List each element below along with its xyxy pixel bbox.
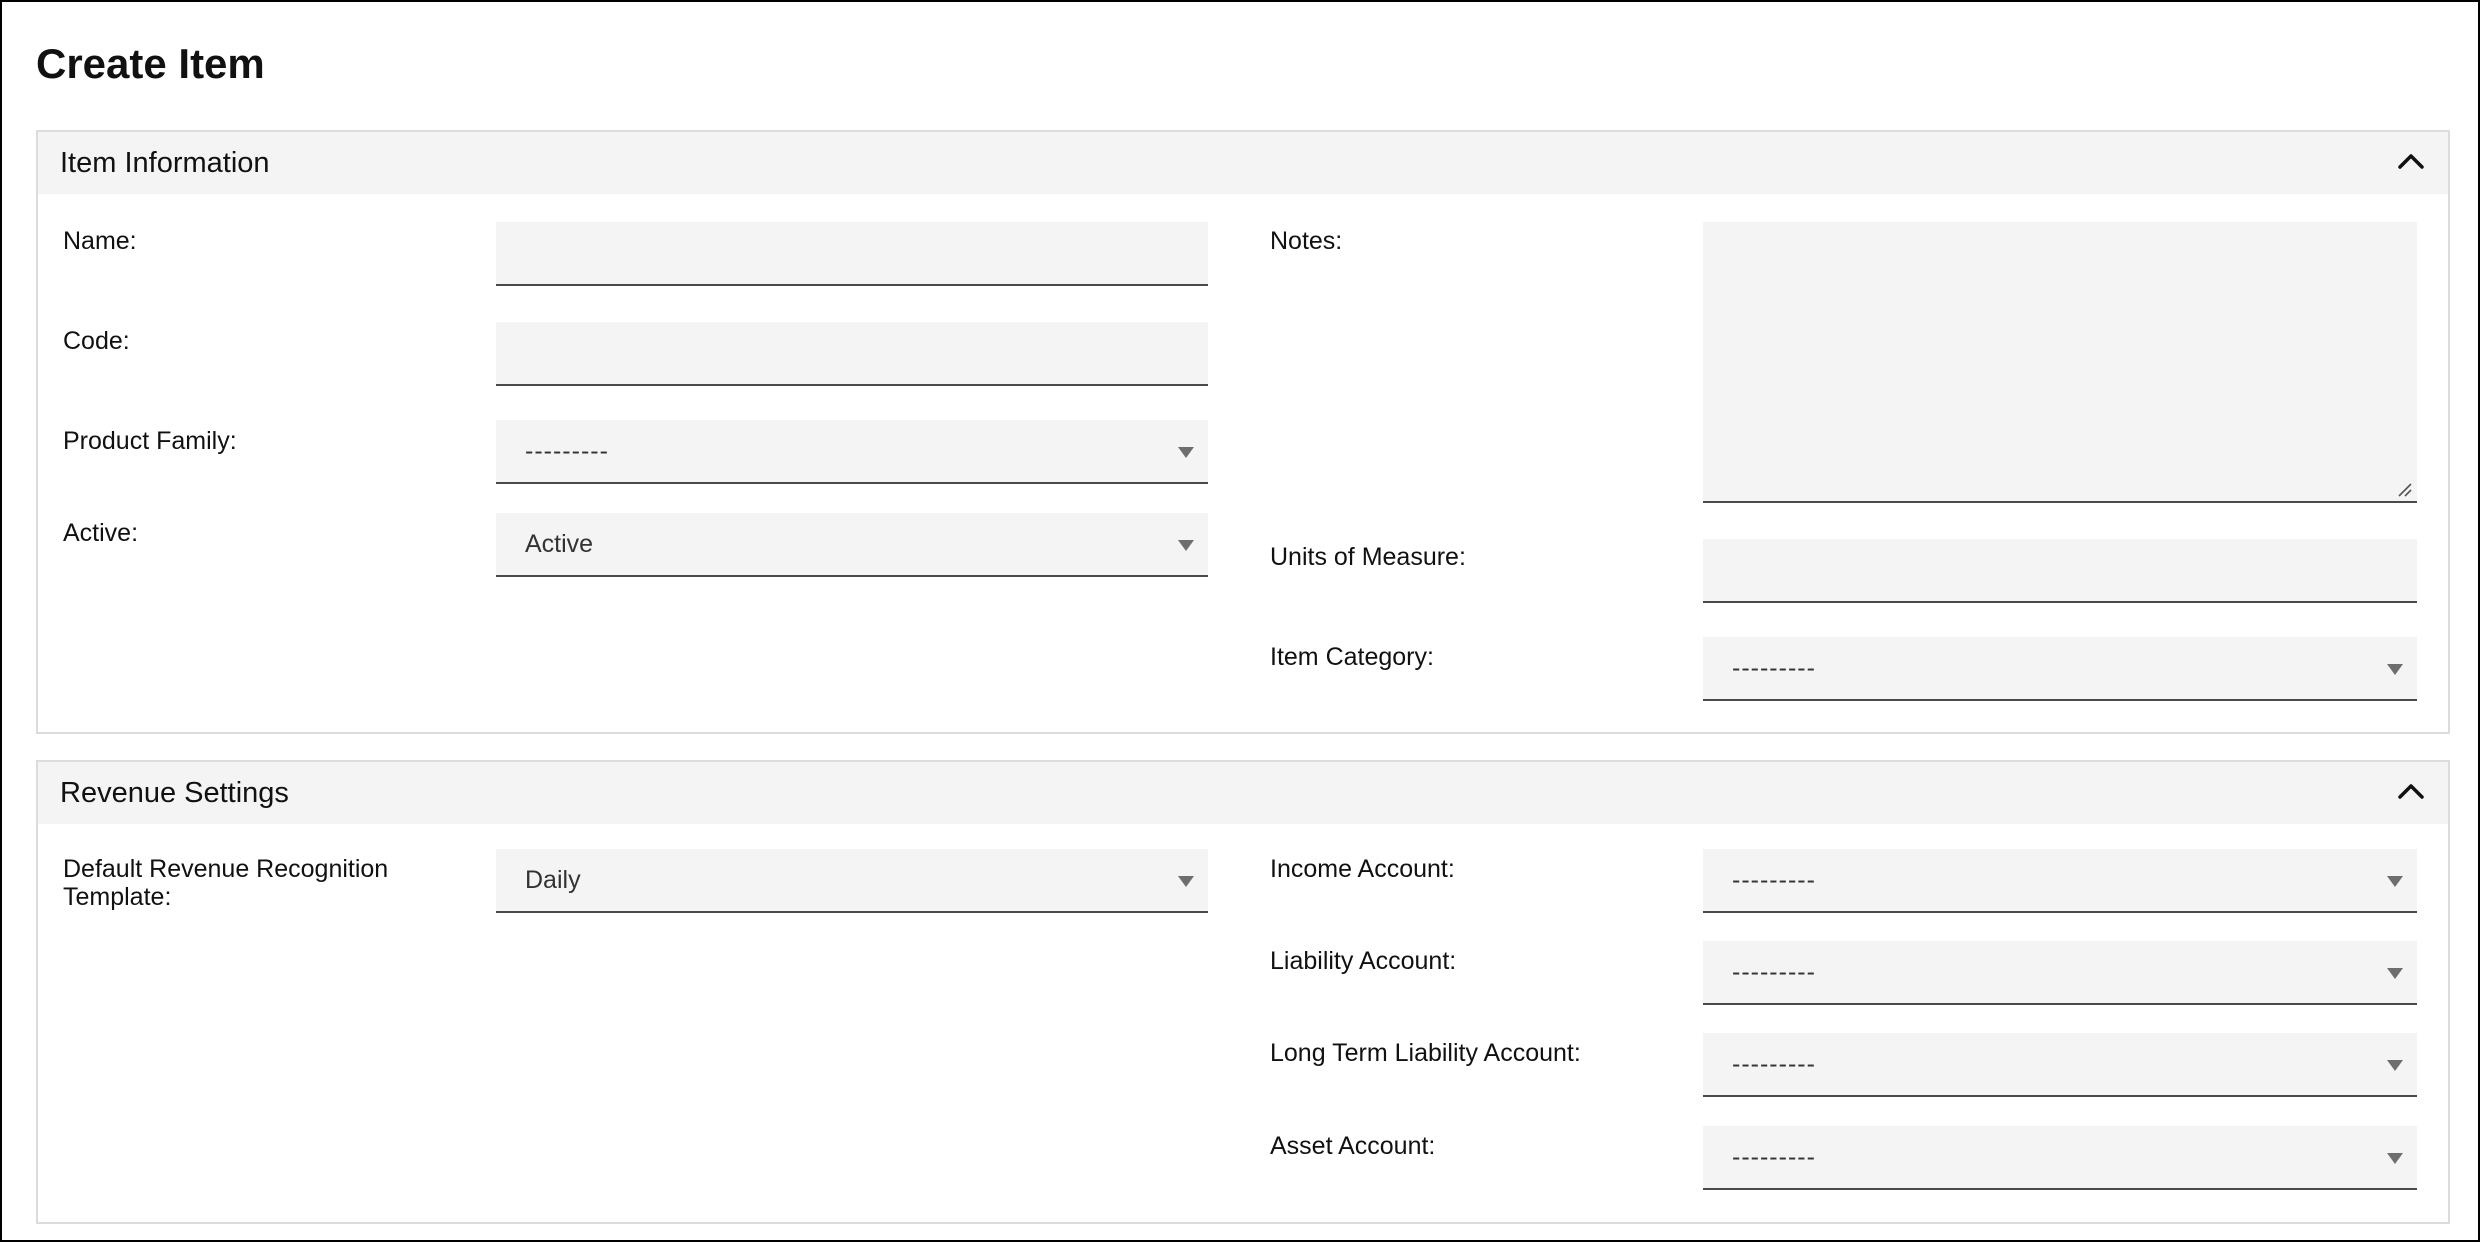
item-information-title: Item Information (60, 147, 270, 179)
income-account-select[interactable]: --------- (1703, 849, 2417, 913)
income-account-label: Income Account: (1270, 855, 1455, 883)
default-template-label-line2: Template: (63, 883, 172, 911)
default-template-label-line1: Default Revenue Recognition (63, 855, 389, 883)
name-label: Name: (63, 227, 137, 255)
product-family-value: --------- (525, 437, 609, 465)
product-family-select[interactable]: --------- (496, 420, 1208, 484)
long-term-liability-account-value: --------- (1732, 1050, 1816, 1078)
active-value: Active (525, 530, 594, 558)
caret-down-icon (2387, 876, 2403, 887)
active-select[interactable]: Active (496, 513, 1208, 577)
caret-down-icon (1178, 447, 1194, 458)
caret-down-icon (1178, 876, 1194, 887)
revenue-settings-panel: Revenue Settings Default Revenue Recogni… (36, 760, 2450, 1224)
units-of-measure-input[interactable] (1703, 539, 2417, 603)
caret-down-icon (2387, 664, 2403, 675)
asset-account-label: Asset Account: (1270, 1132, 1436, 1160)
liability-account-value: --------- (1732, 958, 1816, 986)
caret-down-icon (1178, 540, 1194, 551)
chevron-up-icon[interactable] (2396, 779, 2426, 803)
income-account-value: --------- (1732, 866, 1816, 894)
notes-label: Notes: (1270, 227, 1343, 255)
active-label: Active: (63, 519, 139, 547)
long-term-liability-account-select[interactable]: --------- (1703, 1033, 2417, 1097)
code-label: Code: (63, 327, 130, 355)
name-input[interactable] (496, 222, 1208, 286)
liability-account-select[interactable]: --------- (1703, 941, 2417, 1005)
asset-account-value: --------- (1732, 1143, 1816, 1171)
units-of-measure-label: Units of Measure: (1270, 543, 1466, 571)
item-information-header[interactable]: Item Information (38, 132, 2448, 194)
caret-down-icon (2387, 1060, 2403, 1071)
notes-textarea[interactable] (1703, 222, 2417, 503)
page-frame: Create Item Item Information Name: Code:… (0, 0, 2480, 1242)
chevron-up-icon[interactable] (2396, 149, 2426, 173)
revenue-settings-header[interactable]: Revenue Settings (38, 762, 2448, 824)
liability-account-label: Liability Account: (1270, 947, 1457, 975)
asset-account-select[interactable]: --------- (1703, 1126, 2417, 1190)
long-term-liability-account-label: Long Term Liability Account: (1270, 1039, 1581, 1067)
caret-down-icon (2387, 968, 2403, 979)
caret-down-icon (2387, 1153, 2403, 1164)
revenue-settings-title: Revenue Settings (60, 777, 289, 809)
code-input[interactable] (496, 322, 1208, 386)
resize-grip-icon[interactable] (2397, 482, 2413, 498)
default-template-select[interactable]: Daily (496, 849, 1208, 913)
product-family-label: Product Family: (63, 427, 237, 455)
page-title: Create Item (36, 40, 265, 87)
item-category-value: --------- (1732, 654, 1816, 682)
default-template-value: Daily (525, 866, 581, 894)
item-information-panel: Item Information Name: Code: Product Fam… (36, 130, 2450, 734)
item-category-label: Item Category: (1270, 643, 1434, 671)
item-category-select[interactable]: --------- (1703, 637, 2417, 701)
